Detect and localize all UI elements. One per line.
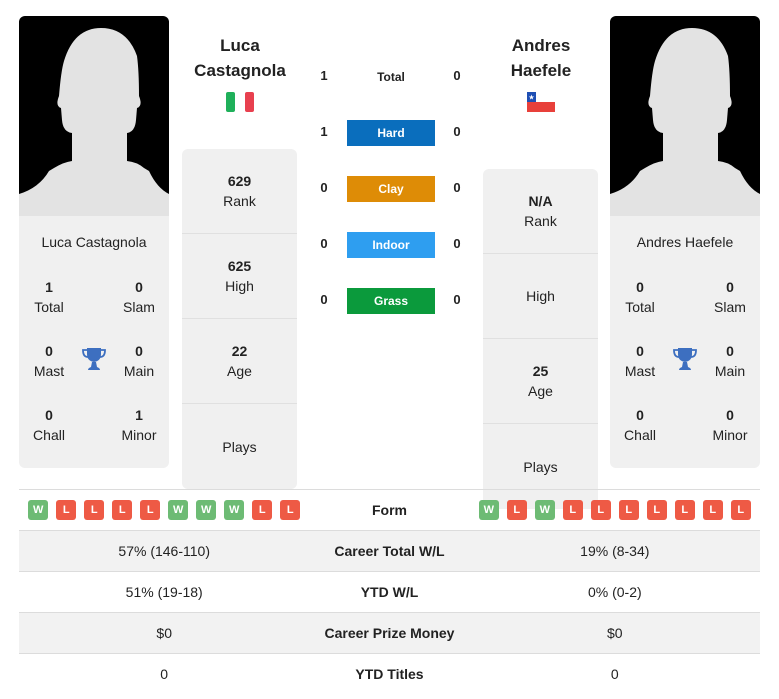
form-win-badge[interactable]: W xyxy=(478,500,499,520)
row-label: YTD Titles xyxy=(309,653,470,695)
right-player-photo xyxy=(610,16,760,216)
left-rank: 629 Rank xyxy=(182,149,297,234)
surface-hard-badge[interactable]: Hard xyxy=(347,120,435,146)
left-prize-money: $0 xyxy=(19,612,310,654)
row-label: YTD W/L xyxy=(309,571,470,613)
left-titles-main: 0 Main xyxy=(123,343,155,379)
right-player-card: Andres Haefele 0 Total 0 Slam 0 Mast 0 M… xyxy=(610,216,760,468)
form-win-badge[interactable]: W xyxy=(196,500,217,520)
form-loss-badge[interactable]: L xyxy=(618,500,639,520)
surface-indoor-badge[interactable]: Indoor xyxy=(347,232,435,258)
right-form-badges: WLWLLLLLLL xyxy=(470,500,760,520)
right-career-wl: 19% (8-34) xyxy=(469,530,760,572)
form-loss-badge[interactable]: L xyxy=(702,500,723,520)
form-win-badge[interactable]: W xyxy=(224,500,245,520)
form-loss-badge[interactable]: L xyxy=(730,500,751,520)
silhouette-icon xyxy=(19,28,169,216)
surface-clay-badge[interactable]: Clay xyxy=(347,176,435,202)
left-career-wl: 57% (146-110) xyxy=(19,530,310,572)
left-titles-chall: 0 Chall xyxy=(33,407,65,443)
form-win-badge[interactable]: W xyxy=(534,500,555,520)
right-titles-mast: 0 Mast xyxy=(624,343,656,379)
h2h-total-label: Total xyxy=(377,70,405,84)
left-age: 22 Age xyxy=(182,319,297,404)
h2h-hard-right: 0 xyxy=(453,124,461,139)
form-loss-badge[interactable]: L xyxy=(674,500,695,520)
right-titles-chall: 0 Chall xyxy=(624,407,656,443)
right-rank: N/A Rank xyxy=(483,169,598,254)
h2h-clay-right: 0 xyxy=(453,180,461,195)
left-titles-total: 1 Total xyxy=(34,279,64,315)
h2h-clay-left: 0 xyxy=(320,180,328,195)
form-loss-badge[interactable]: L xyxy=(252,500,273,520)
h2h-grass-right: 0 xyxy=(453,292,461,307)
h2h-grass-left: 0 xyxy=(320,292,328,307)
form-win-badge[interactable]: W xyxy=(28,500,49,520)
right-high: High xyxy=(483,254,598,339)
form-loss-badge[interactable]: L xyxy=(280,500,301,520)
left-player-info: 629 Rank 625 High 22 Age Plays xyxy=(182,149,297,489)
h2h-hard-left: 1 xyxy=(320,124,328,139)
form-loss-badge[interactable]: L xyxy=(140,500,161,520)
left-player-full-name: Luca Castagnola xyxy=(41,234,147,250)
trophy-icon xyxy=(673,346,697,372)
right-player-info: N/A Rank High 25 Age Plays xyxy=(483,169,598,509)
italy-flag-icon xyxy=(226,92,254,117)
right-player-full-name: Andres Haefele xyxy=(636,234,734,250)
h2h-total-left: 1 xyxy=(320,68,328,83)
table-row: 57% (146-110) Career Total W/L 19% (8-34… xyxy=(19,530,760,572)
right-ytd-wl: 0% (0-2) xyxy=(469,571,760,613)
comparison-table: WLLLLWWWLL Form WLWLLLLLLL 57% (146-110)… xyxy=(19,489,760,695)
right-prize-money: $0 xyxy=(469,612,760,654)
table-row: 51% (19-18) YTD W/L 0% (0-2) xyxy=(19,571,760,613)
form-loss-badge[interactable]: L xyxy=(56,500,77,520)
right-ytd-titles: 0 xyxy=(469,653,760,695)
left-titles-minor: 1 Minor xyxy=(121,407,157,443)
left-titles-slam: 0 Slam xyxy=(123,279,155,315)
form-loss-badge[interactable]: L xyxy=(84,500,105,520)
left-titles-mast: 0 Mast xyxy=(33,343,65,379)
form-loss-badge[interactable]: L xyxy=(590,500,611,520)
form-loss-badge[interactable]: L xyxy=(646,500,667,520)
left-player-name[interactable]: Luca Castagnola xyxy=(175,33,305,83)
right-age: 25 Age xyxy=(483,339,598,424)
left-player-photo xyxy=(19,16,169,216)
surface-grass-badge[interactable]: Grass xyxy=(347,288,435,314)
right-player-name[interactable]: Andres Haefele xyxy=(476,33,606,83)
right-titles-minor: 0 Minor xyxy=(712,407,748,443)
left-plays: Plays xyxy=(222,438,257,455)
form-loss-badge[interactable]: L xyxy=(112,500,133,520)
form-loss-badge[interactable]: L xyxy=(506,500,527,520)
form-label: Form xyxy=(309,489,470,531)
row-label: Career Total W/L xyxy=(309,530,470,572)
left-form-badges: WLLLLWWWLL xyxy=(19,500,309,520)
h2h-indoor-right: 0 xyxy=(453,236,461,251)
chile-flag-icon xyxy=(527,92,555,117)
form-loss-badge[interactable]: L xyxy=(562,500,583,520)
left-high: 625 High xyxy=(182,234,297,319)
table-row: $0 Career Prize Money $0 xyxy=(19,612,760,654)
right-titles-slam: 0 Slam xyxy=(714,279,746,315)
table-row: 0 YTD Titles 0 xyxy=(19,653,760,695)
row-label: Career Prize Money xyxy=(309,612,470,654)
h2h-total-right: 0 xyxy=(453,68,461,83)
trophy-icon xyxy=(82,346,106,372)
form-row: WLLLLWWWLL Form WLWLLLLLLL xyxy=(19,489,760,531)
h2h-indoor-left: 0 xyxy=(320,236,328,251)
right-titles-total: 0 Total xyxy=(625,279,655,315)
left-player-card: Luca Castagnola 1 Total 0 Slam 0 Mast 0 … xyxy=(19,216,169,468)
right-titles-main: 0 Main xyxy=(714,343,746,379)
form-win-badge[interactable]: W xyxy=(168,500,189,520)
silhouette-icon xyxy=(610,28,760,216)
left-ytd-titles: 0 xyxy=(19,653,310,695)
left-ytd-wl: 51% (19-18) xyxy=(19,571,310,613)
